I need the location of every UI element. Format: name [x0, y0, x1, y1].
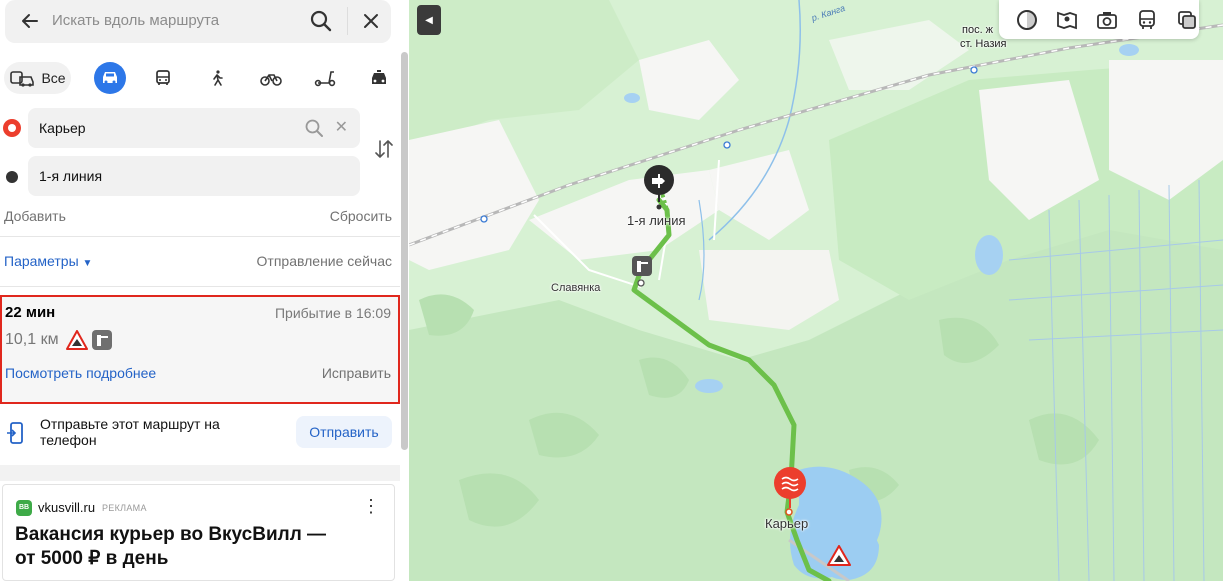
collapse-panel-button[interactable]: ◀ — [417, 5, 441, 35]
send-button[interactable]: Отправить — [296, 416, 392, 448]
vkusvill-logo: ВВ — [16, 500, 32, 516]
village-map-label: Славянка — [551, 282, 601, 294]
route-distance: 10,1 км — [5, 331, 59, 348]
phone-icon — [6, 421, 26, 447]
layers-icon[interactable] — [1015, 8, 1039, 32]
parameters-label: Параметры — [4, 253, 79, 269]
station-map-label-line1: пос. ж — [962, 24, 994, 36]
car-bus-icon — [10, 71, 35, 87]
close-icon[interactable] — [358, 8, 384, 34]
route-details-link[interactable]: Посмотреть подробнее — [5, 365, 156, 381]
destination-value: 1-я линия — [39, 168, 103, 184]
search-separator — [347, 7, 348, 35]
route-arrival: Прибытие в 16:09 — [274, 305, 391, 321]
taxi-icon — [372, 70, 386, 84]
ad-title[interactable]: Вакансия курьер во ВкусВилл — от 5000 ₽ … — [15, 523, 345, 571]
mode-all-label: Все — [41, 70, 66, 86]
map-view[interactable]: 1-я линия Славянка Карьер р. Канга пос. … — [409, 0, 1223, 581]
send-to-phone-text: Отправьте этот маршрут на телефон — [40, 416, 220, 448]
scooter-icon — [314, 71, 336, 87]
route-fix-link[interactable]: Исправить — [322, 365, 391, 381]
advertisement-card[interactable]: ВВ vkusvill.ru РЕКЛАМА ⋮ Вакансия курьер… — [2, 484, 395, 581]
walk-icon — [213, 70, 223, 86]
clear-icon[interactable]: ✕ — [335, 117, 348, 137]
mode-bicycle-button[interactable] — [256, 62, 286, 94]
route-search-bar: Искать вдоль маршрута — [5, 0, 391, 43]
map-toolbar — [999, 0, 1199, 39]
panorama-icon[interactable] — [1055, 8, 1079, 32]
search-along-route-input[interactable]: Искать вдоль маршрута — [52, 12, 219, 29]
ad-domain: vkusvill.ru — [38, 500, 96, 515]
swap-icon[interactable] — [372, 137, 396, 161]
caret-down-icon: ▼ — [82, 258, 93, 269]
station-map-label-line2: ст. Назия — [960, 38, 1007, 50]
reset-link[interactable]: Сбросить — [330, 208, 392, 224]
search-icon[interactable] — [308, 8, 334, 34]
transport-modes: Все — [0, 60, 400, 96]
send-to-phone-row: Отправьте этот маршрут на телефон Отправ… — [0, 407, 400, 463]
origin-pin-icon[interactable] — [773, 466, 807, 510]
route-panel: Искать вдоль маршрута Все Карьер ✕ 1-я л… — [0, 0, 409, 581]
origin-map-label: Карьер — [765, 516, 809, 531]
transit-icon[interactable] — [1135, 8, 1159, 32]
mode-bus-button[interactable] — [148, 62, 178, 94]
bicycle-icon — [260, 74, 282, 86]
photo-icon[interactable] — [1095, 8, 1119, 32]
search-icon[interactable] — [304, 118, 324, 138]
scrollbar[interactable] — [401, 52, 408, 450]
mode-scooter-button[interactable] — [310, 62, 340, 94]
route-duration: 22 мин — [5, 304, 56, 321]
toll-gate-icon[interactable] — [631, 255, 653, 277]
divider — [0, 286, 400, 287]
section-gap — [0, 465, 400, 481]
origin-marker-icon — [3, 119, 21, 137]
mode-walk-button[interactable] — [202, 62, 232, 94]
caret-left-icon: ◀ — [425, 14, 433, 26]
road-works-warning-icon[interactable] — [827, 545, 851, 567]
route-option-card[interactable]: 22 мин Прибытие в 16:09 10,1 км Посмотре… — [0, 295, 400, 404]
road-works-warning-icon — [66, 330, 88, 350]
map-canvas — [409, 0, 1223, 581]
destination-map-label: 1-я линия — [627, 213, 686, 228]
divider — [0, 236, 400, 237]
copy-icon[interactable] — [1175, 8, 1199, 32]
ad-label: РЕКЛАМА — [102, 503, 147, 513]
back-arrow-icon[interactable] — [17, 8, 43, 34]
origin-field[interactable]: Карьер ✕ — [28, 108, 360, 148]
mode-all-button[interactable]: Все — [4, 62, 71, 94]
destination-marker-icon — [6, 171, 18, 183]
car-icon — [103, 72, 117, 84]
departure-time-link[interactable]: Отправление сейчас — [257, 253, 392, 269]
more-options-icon[interactable]: ⋮ — [362, 497, 380, 515]
add-waypoint-link[interactable]: Добавить — [4, 208, 66, 224]
bus-icon — [156, 70, 170, 85]
parameters-dropdown[interactable]: Параметры ▼ — [4, 253, 92, 269]
origin-value: Карьер — [39, 120, 86, 136]
toll-gate-icon — [92, 330, 112, 350]
destination-pin-icon[interactable] — [643, 164, 677, 204]
destination-field[interactable]: 1-я линия — [28, 156, 360, 196]
mode-taxi-button[interactable] — [364, 62, 394, 94]
mode-car-button[interactable] — [94, 62, 126, 94]
